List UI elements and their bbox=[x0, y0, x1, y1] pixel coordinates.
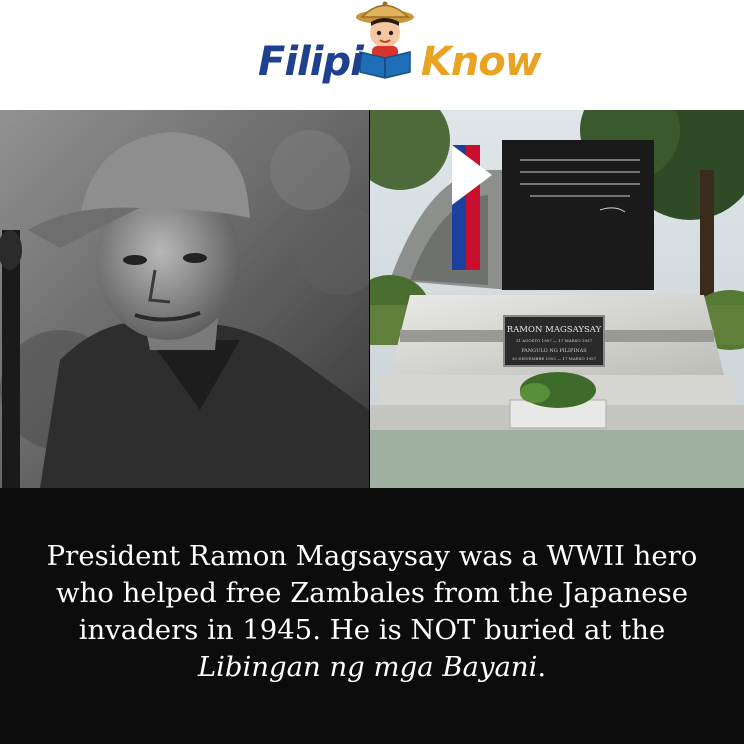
soldier-portrait-photo bbox=[0, 110, 369, 488]
plaque-term: 30 DISYEMBRE 1953 — 17 MARSO 1957 bbox=[512, 356, 597, 361]
logo-wordmark: Filipi Know bbox=[258, 34, 542, 90]
header: Filipi Know bbox=[0, 0, 744, 98]
plaque-name: RAMON MAGSAYSAY bbox=[507, 325, 602, 335]
caption-text: President Ramon Magsaysay was a WWII her… bbox=[20, 538, 724, 686]
tomb-memorial-photo: RAMON MAGSAYSAY 31 AGOSTO 1907 — 17 MARS… bbox=[370, 110, 744, 488]
logo-text-filipi: Filipi bbox=[258, 39, 364, 85]
caption-line-4: Libingan ng mga Bayani. bbox=[20, 649, 724, 686]
caption-italic-place: Libingan ng mga Bayani bbox=[197, 651, 538, 683]
filipiknow-logo[interactable]: Filipi Know bbox=[258, 0, 542, 98]
plaque-title: PANGULO NG PILIPINAS bbox=[521, 348, 587, 354]
caption-panel: President Ramon Magsaysay was a WWII her… bbox=[0, 488, 744, 744]
caption-period: . bbox=[537, 651, 547, 683]
photo-strip: RAMON MAGSAYSAY 31 AGOSTO 1907 — 17 MARS… bbox=[0, 110, 744, 488]
caption-line-3: invaders in 1945. He is NOT buried at th… bbox=[78, 614, 666, 646]
caption-line-2: who helped free Zambales from the Japane… bbox=[56, 577, 688, 609]
caption-line-1: President Ramon Magsaysay was a WWII her… bbox=[46, 540, 698, 572]
logo-text-know: Know bbox=[420, 39, 542, 85]
plaque-dates: 31 AGOSTO 1907 — 17 MARSO 1957 bbox=[516, 338, 593, 343]
